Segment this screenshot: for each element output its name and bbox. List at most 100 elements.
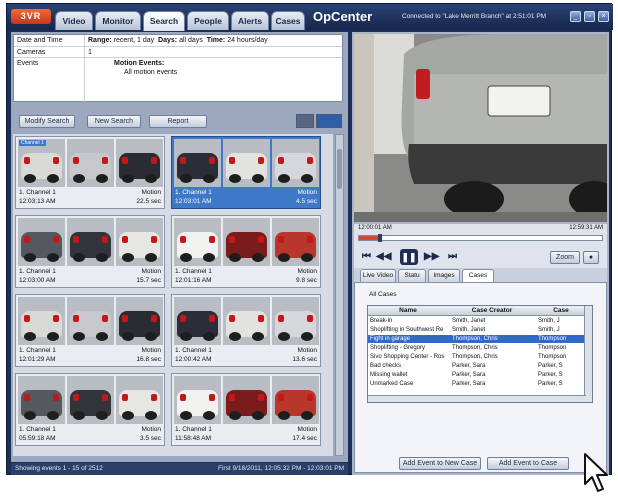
tab-images[interactable]: Images (428, 269, 460, 282)
criteria-row-cameras: Cameras 1 (14, 47, 342, 58)
result-tile[interactable]: 1. Channel 1 12:01:29 AM Motion 16.8 sec (15, 294, 165, 367)
result-tile[interactable]: 1. Channel 1 12:03:01 AM Motion 4.5 sec (171, 136, 321, 209)
case-row[interactable]: Shoplifting in Southwest Re Smith, Janet S… (368, 326, 586, 334)
event-thumbnail (272, 297, 319, 345)
case-creator: Parker, Sara (452, 363, 486, 369)
case-col3: Parker, S (538, 372, 563, 378)
mouse-cursor-icon (584, 453, 608, 492)
video-viewer[interactable] (354, 34, 607, 222)
step-forward-icon[interactable]: ▶▶ (424, 250, 439, 263)
result-tile[interactable]: 1. Channel 1 12:00:42 AM Motion 13.6 sec (171, 294, 321, 367)
event-thumbnail (174, 297, 221, 345)
result-time: 12:01:29 AM (19, 356, 56, 363)
forward-fast-icon[interactable]: ⏭ (448, 250, 457, 263)
result-tile[interactable]: 1. Channel 1 12:03:00 AM Motion 15.7 sec (15, 215, 165, 288)
result-tile[interactable]: 1. Channel 1 12:01:16 AM Motion 9.8 sec (171, 215, 321, 288)
time-key: Time: (206, 37, 226, 44)
result-channel: 1. Channel 1 (19, 268, 56, 275)
cases-hscroll[interactable] (368, 395, 586, 402)
case-name: Sivo Shopping Center - Ros (370, 354, 445, 360)
tab-video[interactable]: Video (55, 11, 93, 30)
result-thumbnails (18, 218, 164, 266)
case-creator: Parker, Sara (452, 381, 486, 387)
status-bar: Showing events 1 - 15 of 2512 First 9/18… (11, 463, 348, 475)
criteria-label: Events (17, 60, 39, 67)
event-thumbnail (18, 297, 65, 345)
criteria-label: Cameras (17, 49, 46, 56)
case-row[interactable]: Fight in garage Thompson, Chris Thompson (368, 335, 586, 343)
result-time: 12:00:42 AM (175, 356, 212, 363)
tab-status[interactable]: Statu (398, 269, 426, 282)
result-channel: 1. Channel 1 (19, 189, 56, 196)
close-icon[interactable]: × (598, 11, 609, 22)
event-thumbnail (116, 376, 163, 424)
event-thumbnail (272, 139, 319, 187)
tab-cases[interactable]: Cases (271, 11, 305, 30)
criteria-row-date: Date and Time Range: recent, 1 day Days:… (14, 35, 342, 47)
person-icon[interactable]: ● (583, 251, 599, 264)
result-duration: 4.5 sec (296, 198, 317, 205)
case-row[interactable]: Break-in Smith, Janet Smith, J (368, 317, 586, 325)
range-value: recent, 1 day (113, 37, 155, 44)
event-thumbnail (116, 139, 163, 187)
result-duration: 3.5 sec (140, 435, 161, 442)
result-duration: 17.4 sec (292, 435, 317, 442)
new-search-button[interactable]: New Search (87, 115, 141, 128)
tab-search[interactable]: Search (143, 11, 185, 31)
criteria-row-events: Events Motion Events: All motion events (14, 58, 342, 102)
days-key: Days: (158, 37, 178, 44)
status-count: Showing events 1 - 15 of 2512 (15, 465, 103, 472)
case-row[interactable]: Sivo Shopping Center - Ros Thompson, Chri… (368, 353, 586, 361)
time-value: 24 hours/day (227, 37, 268, 44)
tab-monitor[interactable]: Monitor (95, 11, 141, 30)
video-frame (354, 34, 607, 222)
event-thumbnail (116, 297, 163, 345)
report-button[interactable]: Report (149, 115, 207, 128)
result-thumbnails (18, 297, 164, 345)
grid-view-toggle[interactable] (316, 114, 342, 128)
tab-cases-player[interactable]: Cases (462, 269, 494, 282)
column-case[interactable]: Case (536, 307, 586, 314)
result-tile[interactable]: 1. Channel 1 05:59:18 AM Motion 3.5 sec (15, 373, 165, 446)
modify-search-button[interactable]: Modify Search (19, 115, 75, 128)
event-thumbnail (67, 139, 114, 187)
zoom-button[interactable]: Zoom (550, 251, 580, 264)
restore-icon[interactable]: ▫ (584, 11, 595, 22)
event-thumbnail (174, 139, 221, 187)
column-case-creator[interactable]: Case Creator (450, 307, 534, 314)
result-type: Motion (297, 189, 317, 196)
tab-people[interactable]: People (187, 11, 229, 30)
column-name[interactable]: Name (368, 307, 448, 314)
case-row[interactable]: Unmarked Case Parker, Sara Parker, S (368, 380, 586, 388)
criteria-label: Date and Time (17, 37, 63, 44)
case-row[interactable]: Missing wallet Parker, Sara Parker, S (368, 371, 586, 379)
result-type: Motion (297, 268, 317, 275)
minimize-icon[interactable]: _ (570, 11, 581, 22)
result-thumbnails (18, 376, 164, 424)
result-tile[interactable]: Channel 1 1. Channel 1 12:03:13 AM Motion 22… (15, 136, 165, 209)
add-to-case-button[interactable]: Add Event to Case (487, 457, 569, 470)
case-name: Shoplifting - Gregory (370, 345, 426, 351)
results-scrollbar[interactable] (335, 134, 344, 456)
case-row[interactable]: Bad checks Parker, Sara Parker, S (368, 362, 586, 370)
result-duration: 22.5 sec (136, 198, 161, 205)
add-to-new-case-button[interactable]: Add Event to New Case (399, 457, 481, 470)
search-criteria: Date and Time Range: recent, 1 day Days:… (13, 34, 343, 102)
scrollbar-thumb[interactable] (337, 149, 342, 189)
pause-icon[interactable]: ❚❚ (400, 249, 418, 265)
list-view-toggle[interactable] (296, 114, 314, 128)
event-thumbnail (223, 218, 270, 266)
step-back-icon[interactable]: ◀◀ (376, 250, 391, 263)
event-thumbnail (67, 297, 114, 345)
cases-vscroll[interactable] (584, 306, 592, 402)
playback-controls: ⏮ ◀◀ ❚❚ ▶▶ ⏭ Zoom ● (354, 246, 607, 268)
timeline-track[interactable] (358, 234, 603, 242)
case-name: Unmarked Case (370, 381, 414, 387)
rewind-fast-icon[interactable]: ⏮ (362, 250, 371, 263)
tab-alerts[interactable]: Alerts (231, 11, 269, 30)
timeline-end: 12:59:31 AM (569, 225, 603, 231)
tab-live-video[interactable]: Live Video (360, 269, 396, 282)
timeline-handle[interactable] (378, 234, 383, 242)
case-row[interactable]: Shoplifting - Gregory Thompson, Chris Thom… (368, 344, 586, 352)
result-tile[interactable]: 1. Channel 1 11:58:48 AM Motion 17.4 sec (171, 373, 321, 446)
